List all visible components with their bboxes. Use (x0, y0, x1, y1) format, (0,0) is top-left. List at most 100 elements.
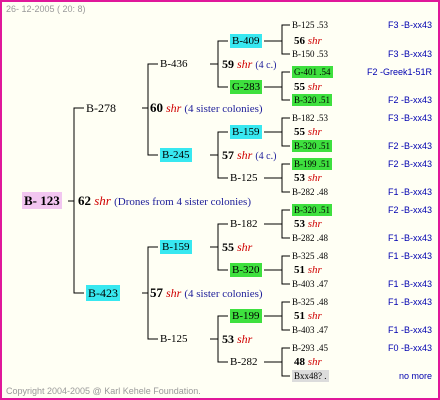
code-15[interactable]: F0 -B-xx43 (388, 341, 432, 355)
gen3-node-4[interactable]: B-125 (230, 171, 258, 185)
code-11[interactable]: F1 -B-xx43 (388, 249, 432, 263)
gen2-node-3[interactable]: B-159 (160, 240, 192, 254)
code-14[interactable]: F1 -B-xx43 (388, 323, 432, 337)
gen3-queen-num-6: 51 (294, 264, 305, 276)
gen3-node-1[interactable]: B-409 (230, 34, 262, 48)
gen4-name-7: B-199 (294, 159, 317, 169)
gen4-node-4[interactable]: B-320 .51 (292, 93, 332, 107)
gen4-node-16[interactable]: Bxx48? . (292, 369, 329, 383)
gen4-box-6: B-320 .51 (292, 140, 332, 152)
gen2-queen-suffix-3: shr (237, 240, 253, 254)
gen3-node-8[interactable]: B-282 (230, 355, 258, 369)
gen3-name-8: B-282 (230, 356, 258, 368)
gen1-queen-suffix-1: shr (166, 101, 182, 115)
gen1-queen-1: 60 shr (4 sister colonies) (150, 101, 263, 116)
gen3-name-6: B-320 (230, 263, 262, 277)
gen3-queen-suffix-6: shr (307, 264, 322, 276)
gen4-node-6[interactable]: B-320 .51 (292, 139, 332, 153)
gen4-name-10: B-282 (292, 233, 315, 243)
gen4-box-3: G-401 .54 (292, 66, 333, 78)
gen4-node-12[interactable]: B-403 .47 (292, 277, 328, 291)
gen3-node-7[interactable]: B-199 (230, 309, 262, 323)
gen4-name-8: B-282 (292, 187, 315, 197)
root-note: (Drones from 4 sister colonies) (114, 196, 251, 208)
gen4-node-11[interactable]: B-325 .48 (292, 249, 328, 263)
gen2-name-4: B-125 (160, 333, 188, 345)
gen4-val-5: .53 (316, 113, 328, 123)
gen3-queen-num-5: 53 (294, 218, 305, 230)
code-7[interactable]: F2 -B-xx43 (388, 157, 432, 171)
gen1-name-1: B-278 (86, 101, 116, 115)
code-8[interactable]: F1 -B-xx43 (388, 185, 432, 199)
code-6[interactable]: F2 -B-xx43 (388, 139, 432, 153)
gen4-name-2: B-150 (292, 49, 315, 59)
code-16[interactable]: no more (399, 369, 432, 383)
gen2-node-1[interactable]: B-436 (160, 57, 188, 71)
gen4-name-4: B-320 (294, 95, 317, 105)
gen4-val-13: .48 (316, 297, 328, 307)
gen4-box-16: Bxx48? . (292, 370, 329, 382)
gen2-node-2[interactable]: B-245 (160, 148, 192, 162)
gen3-queen-suffix-1: shr (307, 35, 322, 47)
gen1-node-1[interactable]: B-278 (86, 101, 116, 115)
root-node[interactable]: B- 123 (22, 192, 62, 209)
gen3-node-5[interactable]: B-182 (230, 217, 258, 231)
gen4-val-12: .47 (316, 279, 328, 289)
gen3-queen-num-8: 48 (294, 356, 305, 368)
gen3-name-1: B-409 (230, 34, 262, 48)
code-3[interactable]: F2 -Greek1-51R (367, 65, 432, 79)
code-4[interactable]: F2 -B-xx43 (388, 93, 432, 107)
gen3-queen-8: 48 shr (294, 355, 322, 369)
gen3-queen-7: 51 shr (294, 309, 322, 323)
gen4-node-8[interactable]: B-282 .48 (292, 185, 328, 199)
gen3-queen-num-4: 53 (294, 172, 305, 184)
code-10[interactable]: F1 -B-xx43 (388, 231, 432, 245)
gen4-name-16: Bxx48? (294, 371, 322, 381)
gen4-node-9[interactable]: B-320 .51 (292, 203, 332, 217)
gen4-node-1[interactable]: B-125 .53 (292, 18, 328, 32)
gen4-node-15[interactable]: B-293 .45 (292, 341, 328, 355)
gen4-node-5[interactable]: B-182 .53 (292, 111, 328, 125)
gen3-name-7: B-199 (230, 309, 262, 323)
gen3-queen-num-1: 56 (294, 35, 305, 47)
code-2[interactable]: F3 -B-xx43 (388, 47, 432, 61)
gen4-name-15: B-293 (292, 343, 315, 353)
root-queen-num: 62 (78, 193, 91, 208)
gen1-node-2[interactable]: B-423 (86, 285, 120, 301)
gen4-node-10[interactable]: B-282 .48 (292, 231, 328, 245)
code-5[interactable]: F3 -B-xx43 (388, 111, 432, 125)
gen4-node-14[interactable]: B-403 .47 (292, 323, 328, 337)
root-name: B- 123 (22, 192, 62, 209)
gen4-val-8: .48 (316, 187, 328, 197)
gen2-queen-suffix-4: shr (237, 332, 253, 346)
gen3-node-2[interactable]: G-283 (230, 80, 263, 94)
gen4-name-12: B-403 (292, 279, 315, 289)
gen4-val-7: .51 (318, 159, 330, 169)
gen4-val-15: .45 (316, 343, 328, 353)
gen4-name-6: B-320 (294, 141, 317, 151)
gen3-name-3: B-159 (230, 125, 262, 139)
gen4-box-4: B-320 .51 (292, 94, 332, 106)
gen1-queen-2: 57 shr (4 sister colonies) (150, 286, 263, 301)
gen3-queen-1: 56 shr (294, 34, 322, 48)
gen4-name-3: G-401 (294, 67, 317, 77)
gen4-node-2[interactable]: B-150 .53 (292, 47, 328, 61)
gen2-note-2: (4 c.) (255, 151, 277, 162)
code-9[interactable]: F2 -B-xx43 (388, 203, 432, 217)
gen2-node-4[interactable]: B-125 (160, 332, 188, 346)
gen4-node-7[interactable]: B-199 .51 (292, 157, 332, 171)
gen3-queen-6: 51 shr (294, 263, 322, 277)
gen3-node-3[interactable]: B-159 (230, 125, 262, 139)
pedigree-frame: 26- 12-2005 ( 20: 8) B- 123 62 shr (Dron… (0, 0, 440, 400)
gen4-val-11: .48 (316, 251, 328, 261)
code-13[interactable]: F1 -B-xx43 (388, 295, 432, 309)
code-1[interactable]: F3 -B-xx43 (388, 18, 432, 32)
code-12[interactable]: F1 -B-xx43 (388, 277, 432, 291)
gen4-name-1: B-125 (292, 20, 315, 30)
gen3-queen-5: 53 shr (294, 217, 322, 231)
gen4-node-13[interactable]: B-325 .48 (292, 295, 328, 309)
gen3-node-6[interactable]: B-320 (230, 263, 262, 277)
gen2-queen-num-4: 53 (222, 332, 234, 346)
gen2-queen-2: 57 shr (4 c.) (222, 148, 276, 164)
gen4-node-3[interactable]: G-401 .54 (292, 65, 333, 79)
